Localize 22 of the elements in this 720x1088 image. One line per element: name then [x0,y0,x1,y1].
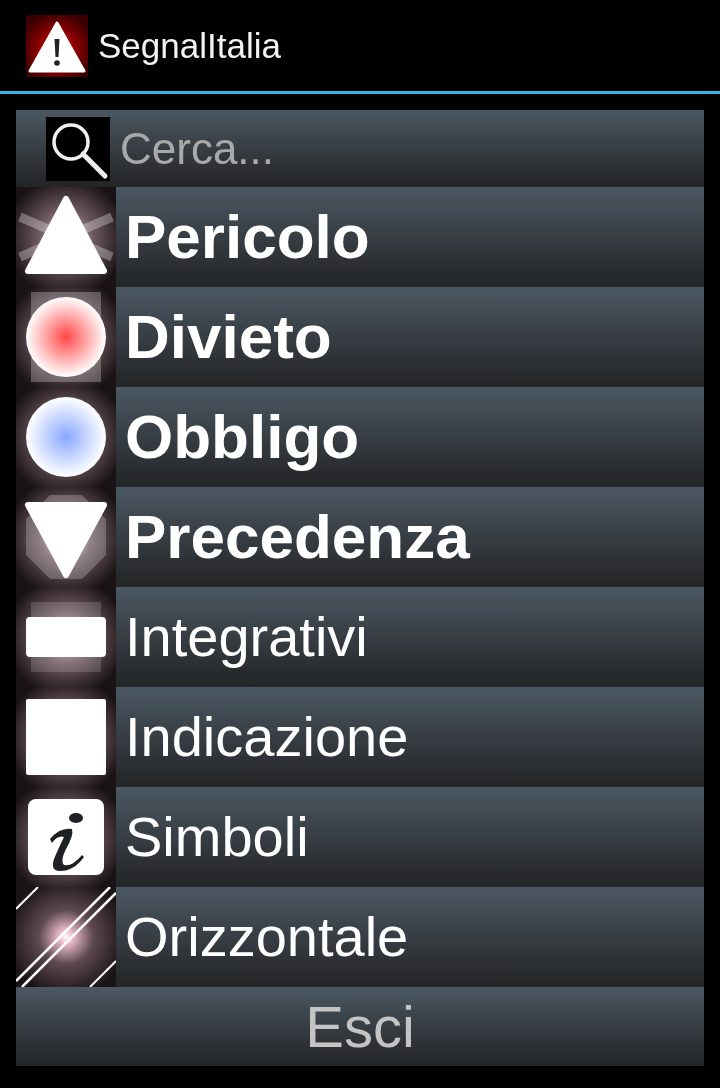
diagonal-lines-sign-icon [16,887,116,987]
category-item[interactable]: Orizzontale [16,887,704,987]
category-item[interactable]: Simboli [16,787,704,887]
search-icon [46,116,110,181]
circle-sign-icon [16,287,116,387]
circle-sign-icon [16,387,116,487]
category-item[interactable]: Divieto [16,287,704,387]
category-item[interactable]: Pericolo [16,187,704,287]
square-sign-icon [16,687,116,787]
category-item[interactable]: Obbligo [16,387,704,487]
category-item[interactable]: Indicazione [16,687,704,787]
inverted-triangle-sign-icon [16,487,116,587]
category-item[interactable]: Integrativi [16,587,704,687]
rectangle-sign-icon [16,587,116,687]
search-input[interactable]: Cerca... [120,118,704,179]
search-field[interactable]: Cerca... [16,110,704,187]
info-icon [16,787,116,887]
app-title: SegnalItalia [98,28,281,63]
exit-button[interactable]: Esci [16,987,704,1066]
triangle-sign-icon [16,187,116,287]
warning-sign-icon [26,14,88,77]
category-item[interactable]: Precedenza [16,487,704,587]
